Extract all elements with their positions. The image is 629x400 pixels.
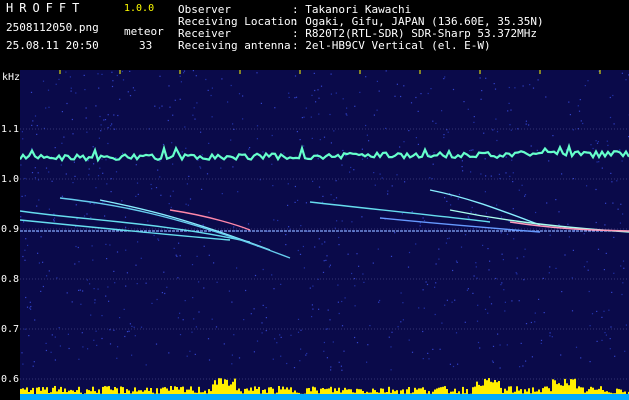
info-value-antenna: : 2el-HB9CV Vertical (el. E-W): [292, 39, 491, 52]
version-label: 1.0.0: [124, 3, 155, 14]
datetime-label: 25.08.11 20:50: [6, 39, 99, 52]
meteor-label: meteor: [124, 25, 164, 38]
filename-label: 2508112050.png: [6, 21, 99, 34]
y-tick-label: 1.1: [1, 124, 20, 135]
y-tick-label: 0.9: [1, 224, 20, 235]
meteor-count: 33: [139, 39, 153, 52]
y-tick-label: 0.6: [1, 374, 20, 385]
y-tick-label: 1.0: [1, 174, 20, 185]
spectrogram-plot: [20, 70, 629, 400]
header-panel: HROFFT 1.0.0 2508112050.png 25.08.11 20:…: [0, 0, 629, 68]
y-tick-label: 0.7: [1, 324, 20, 335]
spectrogram-background: [20, 70, 629, 400]
y-tick-label: 0.8: [1, 274, 20, 285]
info-key-antenna: Receiving antenna: [178, 39, 291, 52]
app-title: HROFFT: [6, 1, 86, 15]
y-unit-label: kHz: [2, 72, 21, 83]
